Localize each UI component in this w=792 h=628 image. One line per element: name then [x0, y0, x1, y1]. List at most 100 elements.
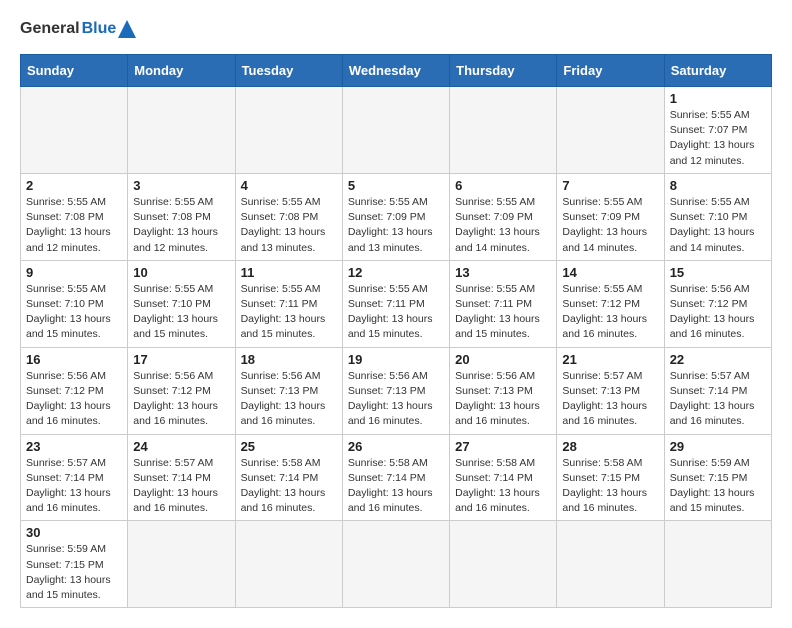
calendar-day-cell: 22 Sunrise: 5:57 AMSunset: 7:14 PMDayligh…: [664, 347, 771, 434]
day-number: 13: [455, 265, 551, 280]
calendar-week-row: 9 Sunrise: 5:55 AMSunset: 7:10 PMDaylight…: [21, 260, 772, 347]
day-number: 18: [241, 352, 337, 367]
day-number: 22: [670, 352, 766, 367]
day-info: Sunrise: 5:57 AMSunset: 7:14 PMDaylight:…: [133, 456, 229, 517]
calendar-day-cell: 20 Sunrise: 5:56 AMSunset: 7:13 PMDayligh…: [450, 347, 557, 434]
calendar-day-cell: [128, 87, 235, 174]
day-info: Sunrise: 5:56 AMSunset: 7:12 PMDaylight:…: [133, 369, 229, 430]
day-number: 9: [26, 265, 122, 280]
day-number: 25: [241, 439, 337, 454]
calendar-day-cell: [450, 521, 557, 608]
weekday-header-wednesday: Wednesday: [342, 55, 449, 87]
calendar-week-row: 23 Sunrise: 5:57 AMSunset: 7:14 PMDayligh…: [21, 434, 772, 521]
day-number: 4: [241, 178, 337, 193]
calendar-day-cell: [235, 521, 342, 608]
calendar-day-cell: 12Sunrise: 5:55 AMSunset: 7:11 PMDayligh…: [342, 260, 449, 347]
logo-triangle-icon: [118, 20, 136, 38]
calendar-day-cell: 8Sunrise: 5:55 AMSunset: 7:10 PMDaylight…: [664, 173, 771, 260]
calendar-day-cell: 11 Sunrise: 5:55 AMSunset: 7:11 PMDayligh…: [235, 260, 342, 347]
calendar-day-cell: 29 Sunrise: 5:59 AMSunset: 7:15 PMDayligh…: [664, 434, 771, 521]
calendar-week-row: 30 Sunrise: 5:59 AMSunset: 7:15 PMDayligh…: [21, 521, 772, 608]
day-info: Sunrise: 5:59 AMSunset: 7:15 PMDaylight:…: [26, 542, 122, 603]
calendar-week-row: 1 Sunrise: 5:55 AMSunset: 7:07 PMDaylight…: [21, 87, 772, 174]
calendar-day-cell: 27 Sunrise: 5:58 AMSunset: 7:14 PMDayligh…: [450, 434, 557, 521]
calendar-day-cell: 2 Sunrise: 5:55 AMSunset: 7:08 PMDaylight…: [21, 173, 128, 260]
day-number: 23: [26, 439, 122, 454]
day-number: 29: [670, 439, 766, 454]
day-info: Sunrise: 5:58 AMSunset: 7:14 PMDaylight:…: [241, 456, 337, 517]
day-info: Sunrise: 5:59 AMSunset: 7:15 PMDaylight:…: [670, 456, 766, 517]
weekday-header-tuesday: Tuesday: [235, 55, 342, 87]
calendar-day-cell: 9 Sunrise: 5:55 AMSunset: 7:10 PMDaylight…: [21, 260, 128, 347]
day-info: Sunrise: 5:58 AMSunset: 7:14 PMDaylight:…: [455, 456, 551, 517]
day-number: 19: [348, 352, 444, 367]
calendar-day-cell: 28 Sunrise: 5:58 AMSunset: 7:15 PMDayligh…: [557, 434, 664, 521]
weekday-header-friday: Friday: [557, 55, 664, 87]
day-info: Sunrise: 5:56 AMSunset: 7:12 PMDaylight:…: [26, 369, 122, 430]
day-info: Sunrise: 5:55 AMSunset: 7:09 PMDaylight:…: [562, 195, 658, 256]
day-number: 28: [562, 439, 658, 454]
day-info: Sunrise: 5:57 AMSunset: 7:14 PMDaylight:…: [670, 369, 766, 430]
calendar-day-cell: 14 Sunrise: 5:55 AMSunset: 7:12 PMDayligh…: [557, 260, 664, 347]
day-info: Sunrise: 5:55 AMSunset: 7:09 PMDaylight:…: [348, 195, 444, 256]
day-number: 8: [670, 178, 766, 193]
calendar-day-cell: 21Sunrise: 5:57 AMSunset: 7:13 PMDayligh…: [557, 347, 664, 434]
calendar-day-cell: 26 Sunrise: 5:58 AMSunset: 7:14 PMDayligh…: [342, 434, 449, 521]
day-number: 2: [26, 178, 122, 193]
weekday-header-monday: Monday: [128, 55, 235, 87]
calendar-day-cell: 30 Sunrise: 5:59 AMSunset: 7:15 PMDayligh…: [21, 521, 128, 608]
day-info: Sunrise: 5:55 AMSunset: 7:10 PMDaylight:…: [133, 282, 229, 343]
calendar-week-row: 2 Sunrise: 5:55 AMSunset: 7:08 PMDaylight…: [21, 173, 772, 260]
day-number: 26: [348, 439, 444, 454]
day-number: 27: [455, 439, 551, 454]
day-info: Sunrise: 5:56 AMSunset: 7:13 PMDaylight:…: [241, 369, 337, 430]
calendar-day-cell: 5Sunrise: 5:55 AMSunset: 7:09 PMDaylight…: [342, 173, 449, 260]
calendar-day-cell: [557, 521, 664, 608]
day-number: 14: [562, 265, 658, 280]
day-info: Sunrise: 5:58 AMSunset: 7:15 PMDaylight:…: [562, 456, 658, 517]
day-info: Sunrise: 5:55 AMSunset: 7:08 PMDaylight:…: [26, 195, 122, 256]
calendar-day-cell: 15Sunrise: 5:56 AMSunset: 7:12 PMDayligh…: [664, 260, 771, 347]
day-info: Sunrise: 5:55 AMSunset: 7:08 PMDaylight:…: [133, 195, 229, 256]
day-number: 16: [26, 352, 122, 367]
day-info: Sunrise: 5:55 AMSunset: 7:10 PMDaylight:…: [26, 282, 122, 343]
calendar-day-cell: 7 Sunrise: 5:55 AMSunset: 7:09 PMDaylight…: [557, 173, 664, 260]
day-info: Sunrise: 5:55 AMSunset: 7:09 PMDaylight:…: [455, 195, 551, 256]
weekday-header-row: SundayMondayTuesdayWednesdayThursdayFrid…: [21, 55, 772, 87]
day-info: Sunrise: 5:56 AMSunset: 7:12 PMDaylight:…: [670, 282, 766, 343]
day-number: 20: [455, 352, 551, 367]
calendar-day-cell: 4Sunrise: 5:55 AMSunset: 7:08 PMDaylight…: [235, 173, 342, 260]
weekday-header-sunday: Sunday: [21, 55, 128, 87]
calendar-day-cell: [342, 87, 449, 174]
logo: GeneralBlue: [20, 20, 136, 38]
day-number: 1: [670, 91, 766, 106]
day-info: Sunrise: 5:56 AMSunset: 7:13 PMDaylight:…: [455, 369, 551, 430]
calendar-day-cell: 6 Sunrise: 5:55 AMSunset: 7:09 PMDaylight…: [450, 173, 557, 260]
calendar-day-cell: 17Sunrise: 5:56 AMSunset: 7:12 PMDayligh…: [128, 347, 235, 434]
calendar-day-cell: 24Sunrise: 5:57 AMSunset: 7:14 PMDayligh…: [128, 434, 235, 521]
calendar-day-cell: [342, 521, 449, 608]
calendar-day-cell: 25 Sunrise: 5:58 AMSunset: 7:14 PMDayligh…: [235, 434, 342, 521]
day-info: Sunrise: 5:58 AMSunset: 7:14 PMDaylight:…: [348, 456, 444, 517]
calendar-day-cell: [21, 87, 128, 174]
day-number: 11: [241, 265, 337, 280]
calendar-day-cell: 16 Sunrise: 5:56 AMSunset: 7:12 PMDayligh…: [21, 347, 128, 434]
calendar-day-cell: [128, 521, 235, 608]
weekday-header-thursday: Thursday: [450, 55, 557, 87]
calendar-day-cell: 1 Sunrise: 5:55 AMSunset: 7:07 PMDaylight…: [664, 87, 771, 174]
calendar-week-row: 16 Sunrise: 5:56 AMSunset: 7:12 PMDayligh…: [21, 347, 772, 434]
day-info: Sunrise: 5:55 AMSunset: 7:11 PMDaylight:…: [241, 282, 337, 343]
day-info: Sunrise: 5:55 AMSunset: 7:12 PMDaylight:…: [562, 282, 658, 343]
calendar-day-cell: 13Sunrise: 5:55 AMSunset: 7:11 PMDayligh…: [450, 260, 557, 347]
calendar-table: SundayMondayTuesdayWednesdayThursdayFrid…: [20, 54, 772, 608]
day-number: 6: [455, 178, 551, 193]
day-number: 30: [26, 525, 122, 540]
day-info: Sunrise: 5:55 AMSunset: 7:07 PMDaylight:…: [670, 108, 766, 169]
calendar-day-cell: 18 Sunrise: 5:56 AMSunset: 7:13 PMDayligh…: [235, 347, 342, 434]
calendar-day-cell: [450, 87, 557, 174]
calendar-day-cell: 3Sunrise: 5:55 AMSunset: 7:08 PMDaylight…: [128, 173, 235, 260]
page-header: GeneralBlue: [20, 20, 772, 38]
day-info: Sunrise: 5:56 AMSunset: 7:13 PMDaylight:…: [348, 369, 444, 430]
day-number: 7: [562, 178, 658, 193]
logo-blue-text: Blue: [82, 20, 117, 38]
